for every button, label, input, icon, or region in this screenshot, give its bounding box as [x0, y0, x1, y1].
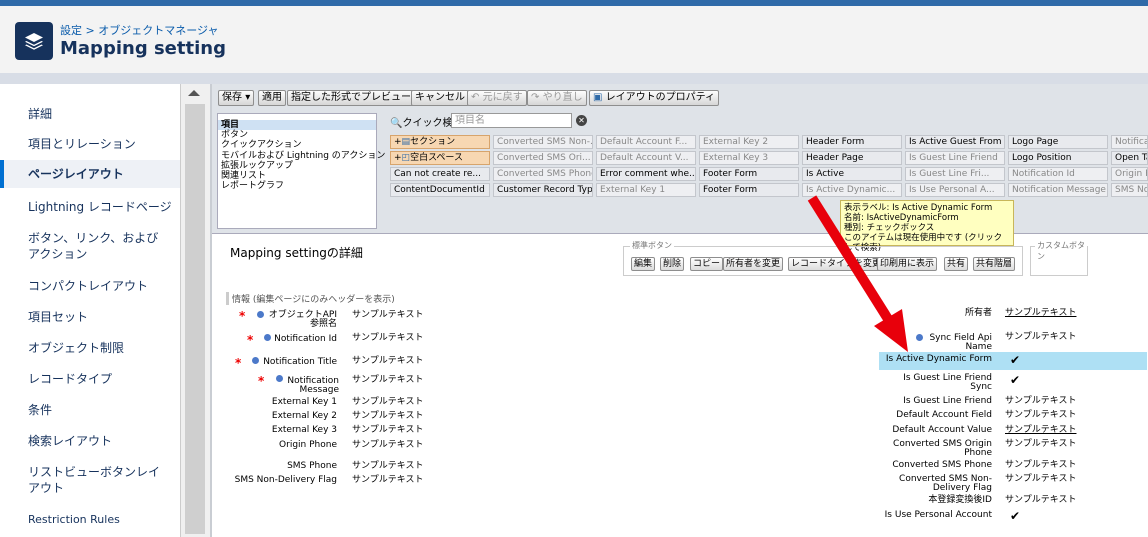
annotation-arrow-icon — [807, 195, 908, 352]
